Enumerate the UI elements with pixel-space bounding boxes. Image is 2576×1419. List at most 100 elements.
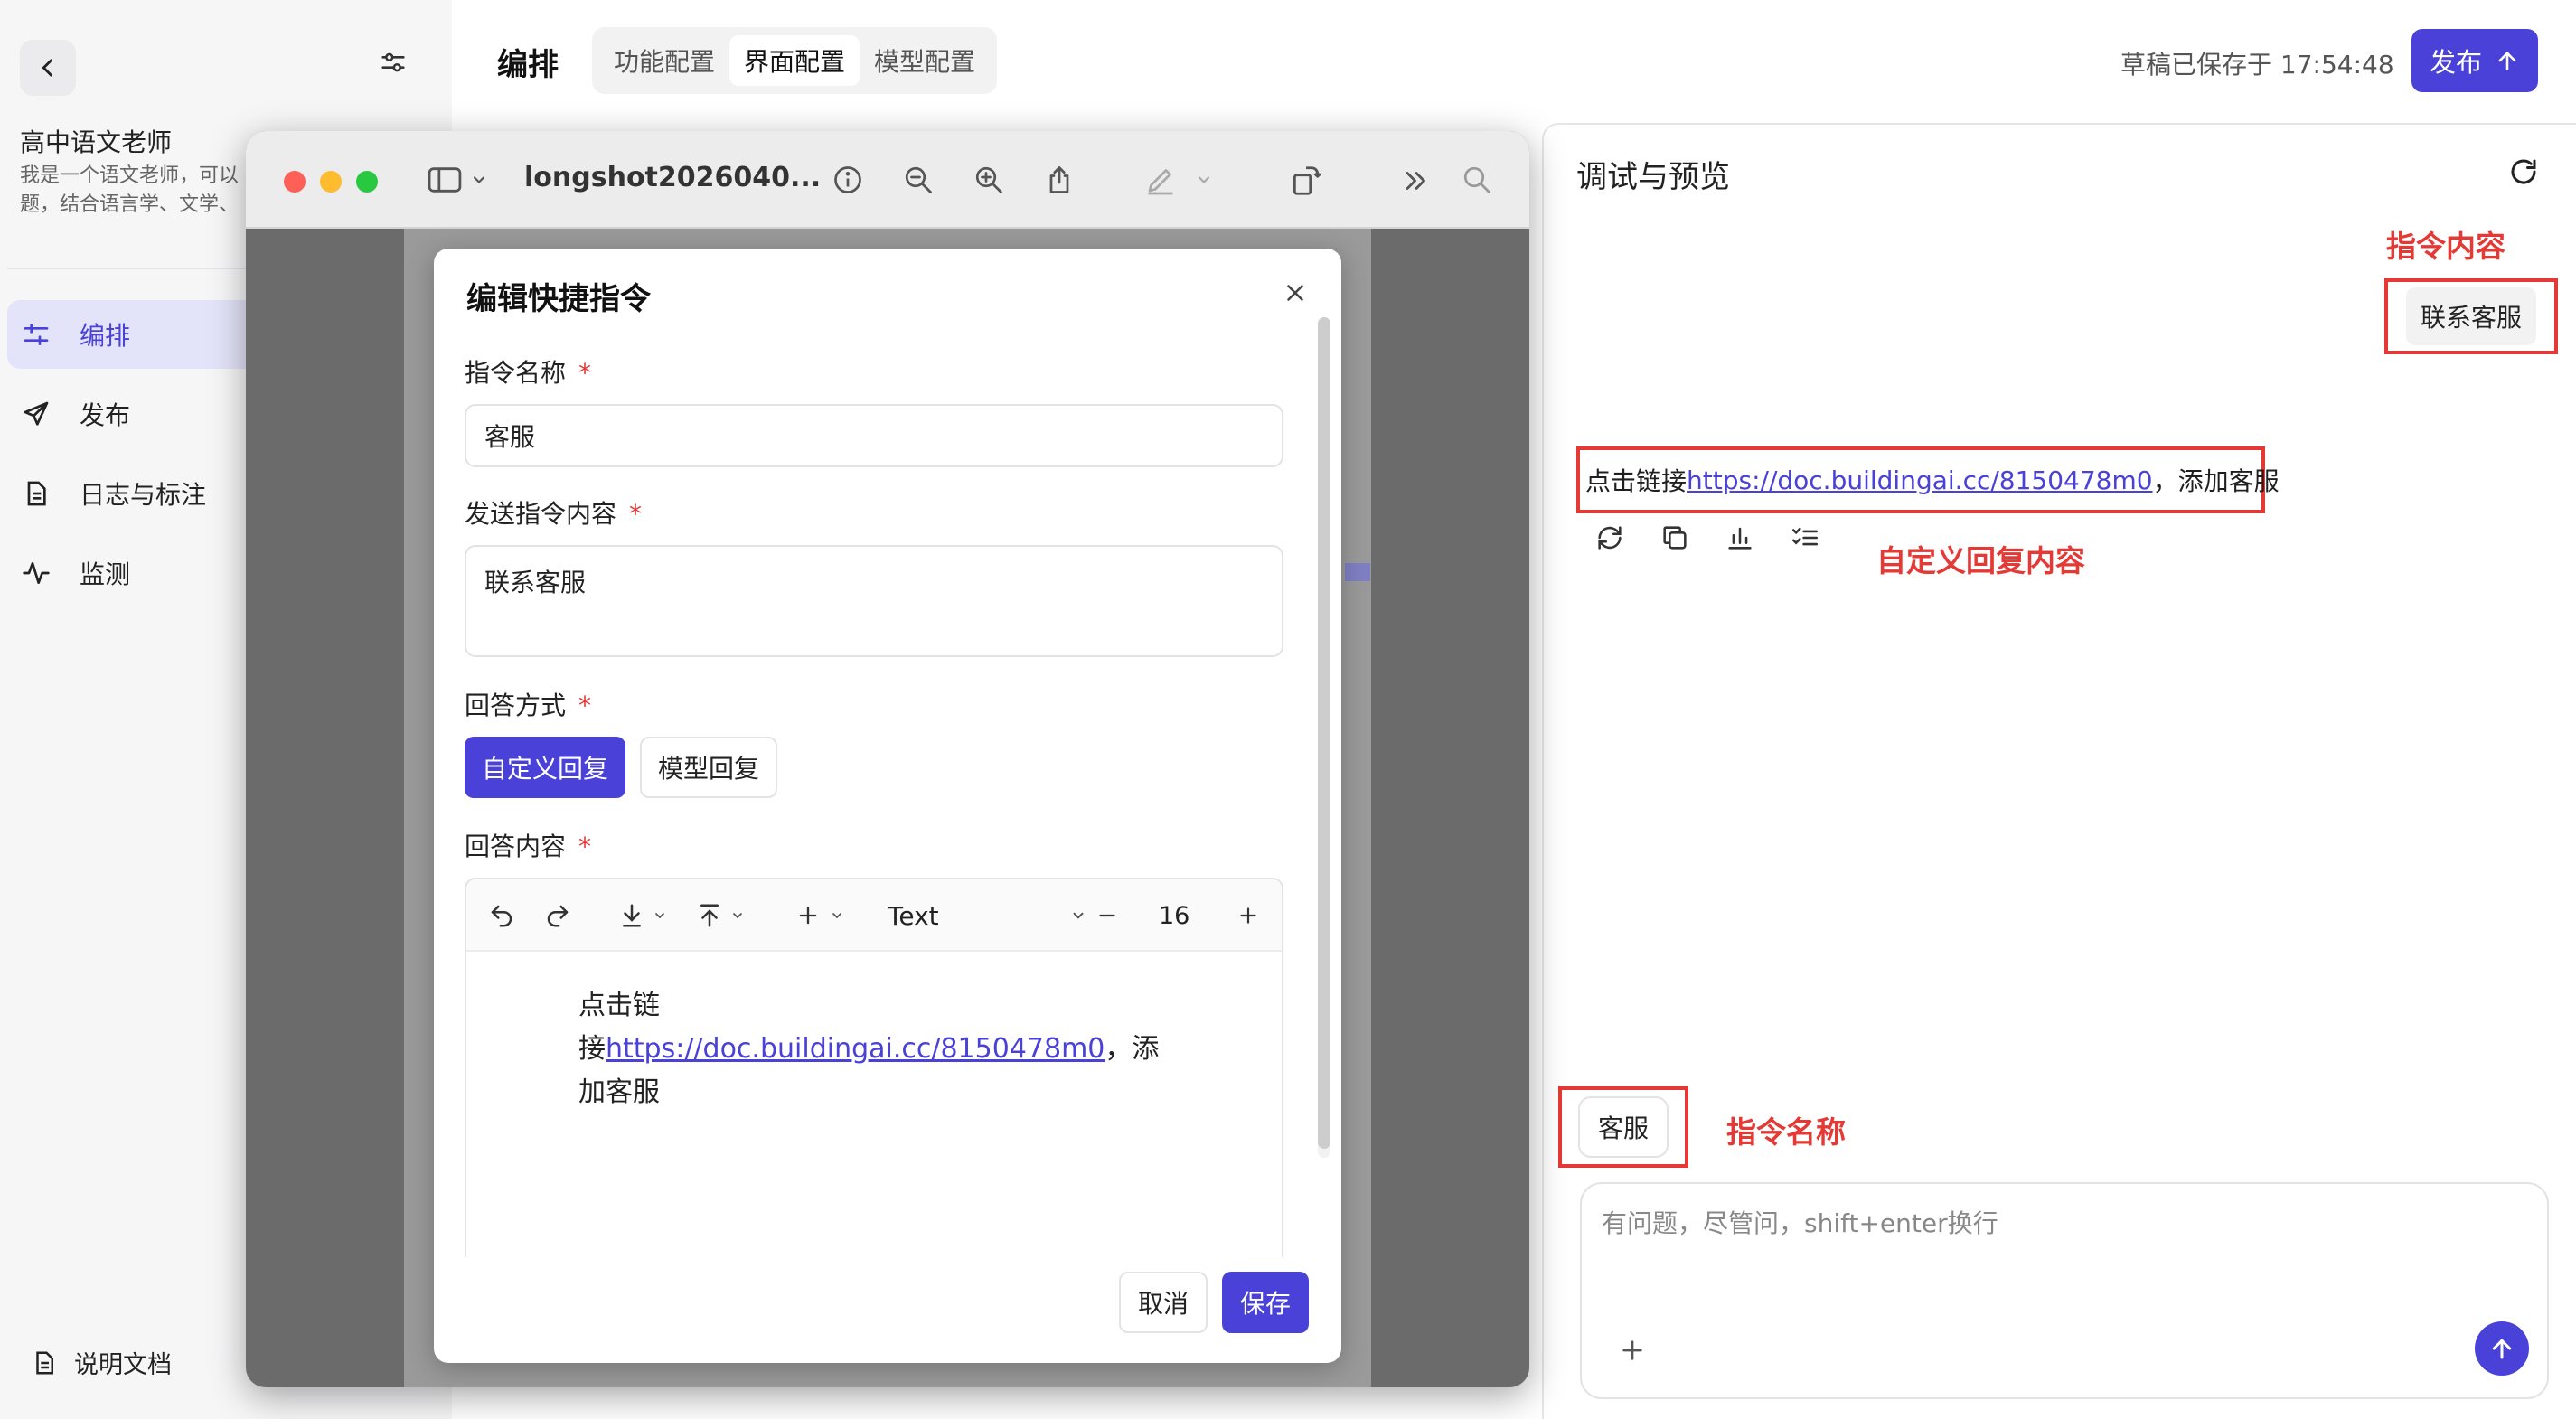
chat-input-box[interactable]: 有问题，尽管问，shift+enter换行 — [1580, 1182, 2549, 1399]
zoom-out-icon[interactable] — [902, 164, 935, 196]
text-style-value: Text — [888, 900, 939, 931]
quick-command-chip[interactable]: 客服 — [1577, 1096, 1669, 1158]
chevron-down-icon — [655, 913, 664, 919]
viewer-filename: longshot2026040... — [524, 162, 822, 193]
chevron-down-icon[interactable] — [1195, 171, 1213, 189]
send-button[interactable] — [2475, 1321, 2529, 1376]
markup-group — [1144, 164, 1213, 196]
refresh-icon[interactable] — [2507, 155, 2540, 188]
reply-link[interactable]: https://doc.buildingai.cc/8150478m0 — [1687, 465, 2153, 495]
zoom-in-icon[interactable] — [973, 164, 1005, 196]
save-status: 草稿已保存于 17:54:48 — [2120, 50, 2394, 80]
checklist-icon[interactable] — [1790, 522, 1820, 553]
indent-up-dropdown[interactable] — [696, 879, 745, 952]
document-icon — [20, 477, 52, 510]
viewer-toolbar-icons — [832, 164, 1076, 196]
agent-description-line2: 题，结合语言学、文学、 — [20, 193, 240, 216]
modal-title: 编辑快捷指令 — [466, 281, 651, 317]
docs-link[interactable]: 说明文档 — [31, 1345, 172, 1380]
arrow-up-to-line-icon — [700, 904, 719, 927]
editor-text-line: 加客服 — [578, 1076, 660, 1108]
nav-label: 发布 — [80, 400, 131, 430]
sliders-icon — [20, 318, 52, 351]
plus-icon — [799, 907, 817, 925]
rotate-icon[interactable] — [1289, 164, 1323, 198]
settings-toggle-icon[interactable] — [378, 47, 414, 83]
editor-text: 接 — [578, 1033, 606, 1065]
command-name-input[interactable]: 客服 — [465, 404, 1283, 467]
sidebar-icon — [428, 167, 462, 193]
rich-text-editor: Text 16 点击链 接https://doc.buildingai.cc/8… — [465, 878, 1283, 1257]
annotation-custom-reply: 自定义回复内容 — [1876, 543, 2085, 578]
close-icon[interactable] — [1282, 279, 1309, 306]
answer-mode-label: 回答方式 * — [465, 691, 592, 720]
custom-reply-button[interactable]: 自定义回复 — [465, 737, 625, 798]
font-size-value[interactable]: 16 — [1159, 879, 1189, 952]
answer-content-label: 回答内容 * — [465, 832, 592, 861]
docs-label: 说明文档 — [74, 1351, 172, 1379]
zoom-window-button[interactable] — [356, 171, 378, 193]
nav-label: 编排 — [80, 321, 131, 351]
annotation-box-quick-command: 客服 — [1558, 1086, 1688, 1168]
preview-title: 调试与预览 — [1576, 159, 1730, 195]
share-icon[interactable] — [1043, 164, 1076, 196]
tab-ui-config[interactable]: 界面配置 — [729, 35, 860, 86]
pen-icon[interactable] — [1144, 164, 1177, 196]
edit-shortcut-modal: 编辑快捷指令 指令名称 * 客服 发送指令内容 * 联系客服 回答方式 * 自定义回复… — [434, 249, 1341, 1363]
annotation-command-content: 指令内容 — [2386, 229, 2505, 264]
regenerate-icon[interactable] — [1594, 522, 1625, 553]
chat-input-placeholder: 有问题，尽管问，shift+enter换行 — [1602, 1208, 1998, 1238]
close-window-button[interactable] — [284, 171, 306, 193]
activity-icon — [20, 557, 52, 589]
insert-dropdown[interactable] — [795, 879, 844, 952]
chevron-down-icon — [473, 176, 485, 184]
redo-icon[interactable] — [544, 879, 571, 952]
info-icon[interactable] — [832, 164, 864, 196]
user-message-bubble: 联系客服 — [2405, 287, 2536, 345]
editor-toolbar: Text 16 — [466, 879, 1282, 952]
document-icon — [36, 1351, 53, 1374]
font-size-increase[interactable] — [1236, 879, 1260, 952]
publish-label: 发布 — [2429, 47, 2482, 78]
model-reply-button[interactable]: 模型回复 — [640, 737, 777, 798]
search-icon[interactable] — [1461, 164, 1493, 196]
chevron-down-icon — [1073, 912, 1084, 919]
command-content-textarea[interactable]: 联系客服 — [465, 545, 1283, 657]
editor-text: ，添 — [1105, 1033, 1160, 1065]
minimize-window-button[interactable] — [320, 171, 342, 193]
assistant-reply: 点击链接 https://doc.buildingai.cc/8150478m0，… — [1576, 446, 2280, 513]
nav-label: 监测 — [80, 559, 131, 589]
reply-actions — [1594, 522, 1820, 553]
save-button[interactable]: 保存 — [1222, 1272, 1309, 1333]
page-title: 编排 — [497, 47, 559, 83]
config-tabs: 功能配置 界面配置 模型配置 — [592, 27, 998, 94]
reply-prefix: 点击链接 — [1585, 466, 1688, 496]
send-icon — [20, 398, 52, 430]
tab-model-config[interactable]: 模型配置 — [860, 35, 990, 86]
arrow-up-icon — [2492, 1339, 2512, 1359]
publish-button[interactable]: 发布 — [2411, 29, 2538, 92]
nav-label: 日志与标注 — [80, 480, 207, 510]
name-field-label: 指令名称 * — [465, 358, 592, 388]
minus-icon — [1099, 914, 1115, 917]
undo-icon[interactable] — [488, 879, 515, 952]
font-size-decrease[interactable] — [1095, 879, 1119, 952]
editor-link[interactable]: https://doc.buildingai.cc/8150478m0 — [606, 1033, 1105, 1065]
annotation-box-user-message: 联系客服 — [2384, 278, 2558, 354]
copy-icon[interactable] — [1659, 522, 1690, 553]
sidebar-toggle[interactable] — [427, 164, 488, 196]
cancel-button[interactable]: 取消 — [1119, 1272, 1208, 1333]
scrollbar-thumb[interactable] — [1318, 317, 1330, 1149]
indent-down-dropdown[interactable] — [618, 879, 667, 952]
bar-chart-icon[interactable] — [1725, 522, 1755, 553]
agent-description-line1: 我是一个语文老师，可以 — [20, 164, 240, 187]
back-button[interactable] — [20, 40, 76, 96]
plus-icon[interactable] — [1618, 1336, 1647, 1365]
arrow-up-icon — [2498, 52, 2516, 70]
text-style-select[interactable]: Text — [888, 879, 1086, 952]
arrow-down-to-line-icon — [623, 904, 641, 927]
scrollbar-track[interactable] — [1318, 317, 1330, 1158]
tab-function-config[interactable]: 功能配置 — [599, 35, 729, 86]
more-tools-icon[interactable] — [1401, 165, 1432, 196]
editor-content[interactable]: 点击链 接https://doc.buildingai.cc/8150478m0… — [578, 984, 1175, 1114]
